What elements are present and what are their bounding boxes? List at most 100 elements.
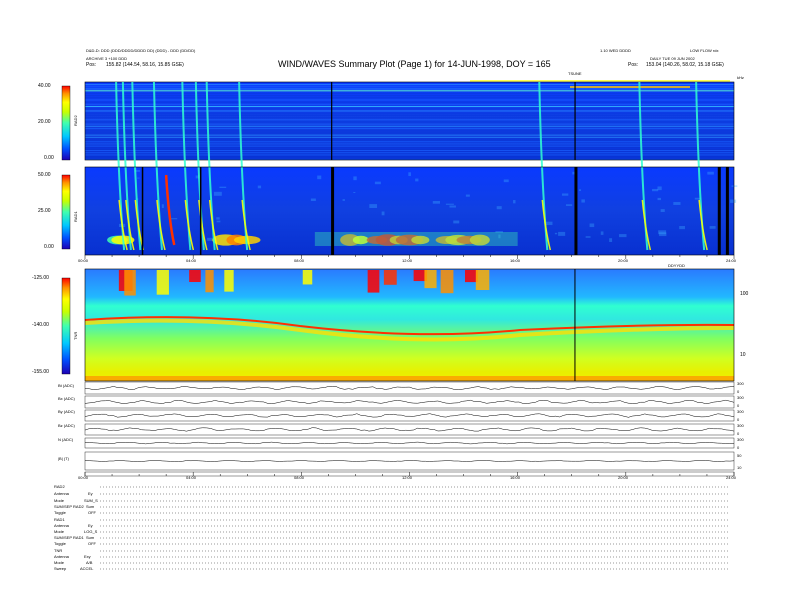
line-trace xyxy=(84,413,735,418)
status-rad2-v0: Ey xyxy=(88,491,93,496)
line-scale-4-top: 300 xyxy=(737,437,744,442)
line-scale-5-top: 50 xyxy=(737,453,742,458)
data-gap xyxy=(331,167,335,255)
line-panel-frame xyxy=(84,381,735,395)
rad2-colorbar xyxy=(61,85,71,161)
tnr-tick-0: -125.00 xyxy=(32,275,49,281)
rad1-texture xyxy=(503,179,509,183)
bottom-time-tick-2: 08:00 xyxy=(294,475,305,480)
rad2-band xyxy=(570,86,690,88)
tnr-burst xyxy=(440,270,454,294)
rad2-band xyxy=(85,147,734,149)
rad1-texture xyxy=(342,199,345,201)
bottom-time-tick-4: 16:00 xyxy=(510,475,521,480)
line-scale-1-top: 300 xyxy=(737,395,744,400)
rad1-texture xyxy=(216,220,221,223)
rad1-texture xyxy=(619,234,627,238)
status-tnr-v2: ACCEL xyxy=(80,566,94,571)
rad1-texture xyxy=(207,237,213,241)
line-label-2: By (ADC) xyxy=(58,409,75,414)
rad2-band xyxy=(85,121,734,123)
rad2-tick-2: 0.00 xyxy=(44,155,54,161)
line-scale-5-bottom: 10 xyxy=(737,465,742,470)
tnr-burst xyxy=(124,270,136,296)
rad2-band xyxy=(85,152,734,154)
rad1-texture xyxy=(453,220,460,224)
rad1-texture xyxy=(558,231,566,236)
status-tnr-k1: Mode xyxy=(54,560,65,565)
rad2-band xyxy=(85,156,734,158)
tnr-right-tick-0: 100 xyxy=(740,291,749,297)
rad2-band xyxy=(85,143,734,145)
status-rad2-k0: Antenna xyxy=(54,491,69,496)
rad2-band xyxy=(85,154,734,156)
rad1-emission-band xyxy=(314,232,518,246)
line-trace xyxy=(84,441,735,445)
rad1-tick-2: 0.00 xyxy=(44,244,54,250)
status-rad2-v2: Sum xyxy=(86,504,95,509)
tnr-panel xyxy=(61,268,735,382)
status-tnr-k0: Antenna xyxy=(54,554,69,559)
rad1-texture xyxy=(581,199,585,203)
rad1-tick-0: 50.00 xyxy=(38,172,51,178)
tnr-burst xyxy=(424,270,437,289)
data-gap xyxy=(574,269,576,381)
status-rad2-v3: OFF xyxy=(88,510,96,515)
rad2-band xyxy=(85,128,734,130)
line-panels xyxy=(84,381,735,477)
line-scale-0-top: 300 xyxy=(737,381,744,386)
rad2-panel xyxy=(61,80,735,161)
summary-plot xyxy=(61,80,738,570)
rad2-band xyxy=(85,150,734,152)
line-scale-4-bottom: 0 xyxy=(737,445,740,450)
bottom-time-tick-5: 20:00 xyxy=(618,475,629,480)
line-panel-frame xyxy=(84,395,735,409)
rad1-texture xyxy=(658,230,667,235)
rad2-tick-0: 40.00 xyxy=(38,83,51,89)
rad1-texture xyxy=(730,199,737,203)
rad2-label: RAD2 xyxy=(73,115,78,126)
status-rad2-v1: SUM_S xyxy=(84,498,98,503)
rad1-texture xyxy=(449,205,456,208)
status-rad1-k3: Toggle xyxy=(54,541,66,546)
rad1-texture xyxy=(554,232,558,235)
status-rad1-v3: OFF xyxy=(88,541,96,546)
line-scale-1-bottom: 0 xyxy=(737,403,740,408)
rad2-band xyxy=(85,145,734,147)
tnr-tick-1: -140.00 xyxy=(32,322,49,328)
rad1-texture xyxy=(566,204,573,206)
rad1-tick-1: 25.00 xyxy=(38,208,51,214)
rad1-texture xyxy=(673,202,681,205)
tnr-burst xyxy=(475,270,490,291)
tnr-burst xyxy=(156,270,169,295)
status-rad2-k3: Toggle xyxy=(54,510,66,515)
rad1-texture xyxy=(652,188,659,192)
status-tnr-k2: Sweep xyxy=(54,566,67,571)
line-trace xyxy=(84,460,735,462)
rad1-texture xyxy=(381,211,385,216)
rad2-band xyxy=(85,123,734,125)
rad2-band xyxy=(85,136,734,138)
status-rad2-k2: SUM/SEP RAD2 xyxy=(54,504,84,509)
rad1-texture xyxy=(219,186,227,188)
bottom-time-tick-3: 12:00 xyxy=(402,475,413,480)
rad1-texture xyxy=(415,178,419,182)
line-trace xyxy=(84,427,735,432)
line-scale-0-bottom: 0 xyxy=(737,389,740,394)
rad1-texture xyxy=(657,197,661,201)
rad1-texture xyxy=(408,172,411,177)
rad2-band xyxy=(85,130,734,132)
tnr-label: TNR xyxy=(73,331,78,340)
line-trace xyxy=(84,399,735,404)
data-gap xyxy=(199,167,202,255)
rad2-band xyxy=(470,80,730,82)
line-label-5: |B| (T) xyxy=(58,456,69,461)
time-tick-0: 00:00 xyxy=(78,258,89,263)
rad1-texture xyxy=(660,209,665,212)
tnr-burst xyxy=(367,270,380,293)
time-tick-3: 12:00 xyxy=(402,258,413,263)
rad1-texture xyxy=(465,194,470,197)
rad1-texture xyxy=(709,226,716,229)
rad1-texture xyxy=(374,181,381,185)
rad1-texture xyxy=(707,171,714,175)
